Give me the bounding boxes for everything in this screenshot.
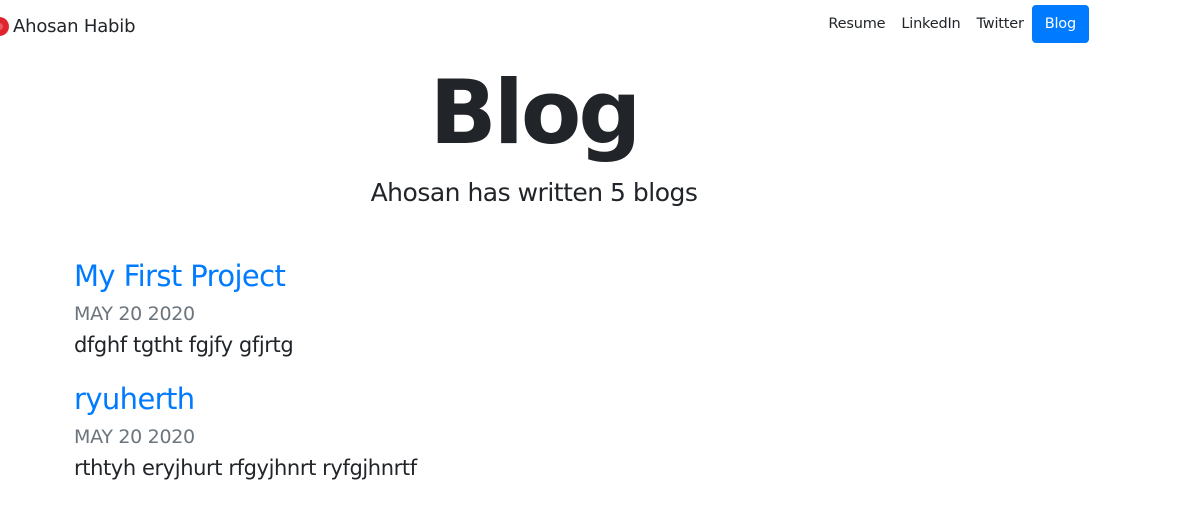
post-title-link[interactable]: My First Project <box>74 255 1074 297</box>
post-excerpt: rthtyh eryjhurt rfgyjhnrt ryfgjhnrtf <box>74 456 417 480</box>
page-subtitle: Ahosan has written 5 blogs <box>370 178 698 207</box>
brand-logo-icon <box>0 16 9 36</box>
post-excerpt: dfghf tgtht fgjfy gfjrtg <box>74 333 294 357</box>
post-item: ryuherth MAY 20 2020 rthtyh eryjhurt rfg… <box>74 378 1074 483</box>
nav-link-linkedin[interactable]: LinkedIn <box>893 5 968 43</box>
post-item: My First Project MAY 20 2020 dfghf tgtht… <box>74 255 1074 360</box>
nav-links: Resume LinkedIn Twitter Blog <box>820 5 1089 43</box>
post-title-link[interactable]: ryuherth <box>74 378 1074 420</box>
nav-link-resume[interactable]: Resume <box>820 5 893 43</box>
post-date: MAY 20 2020 <box>74 426 195 448</box>
post-list: My First Project MAY 20 2020 dfghf tgtht… <box>74 255 1074 501</box>
post-date: MAY 20 2020 <box>74 303 195 325</box>
navbar: Ahosan Habib Resume LinkedIn Twitter Blo… <box>0 0 1191 50</box>
brand-name: Ahosan Habib <box>13 15 136 37</box>
nav-link-blog[interactable]: Blog <box>1031 5 1089 43</box>
page-title: Blog <box>429 61 642 164</box>
nav-link-twitter[interactable]: Twitter <box>969 5 1032 43</box>
brand-link[interactable]: Ahosan Habib <box>0 13 135 39</box>
